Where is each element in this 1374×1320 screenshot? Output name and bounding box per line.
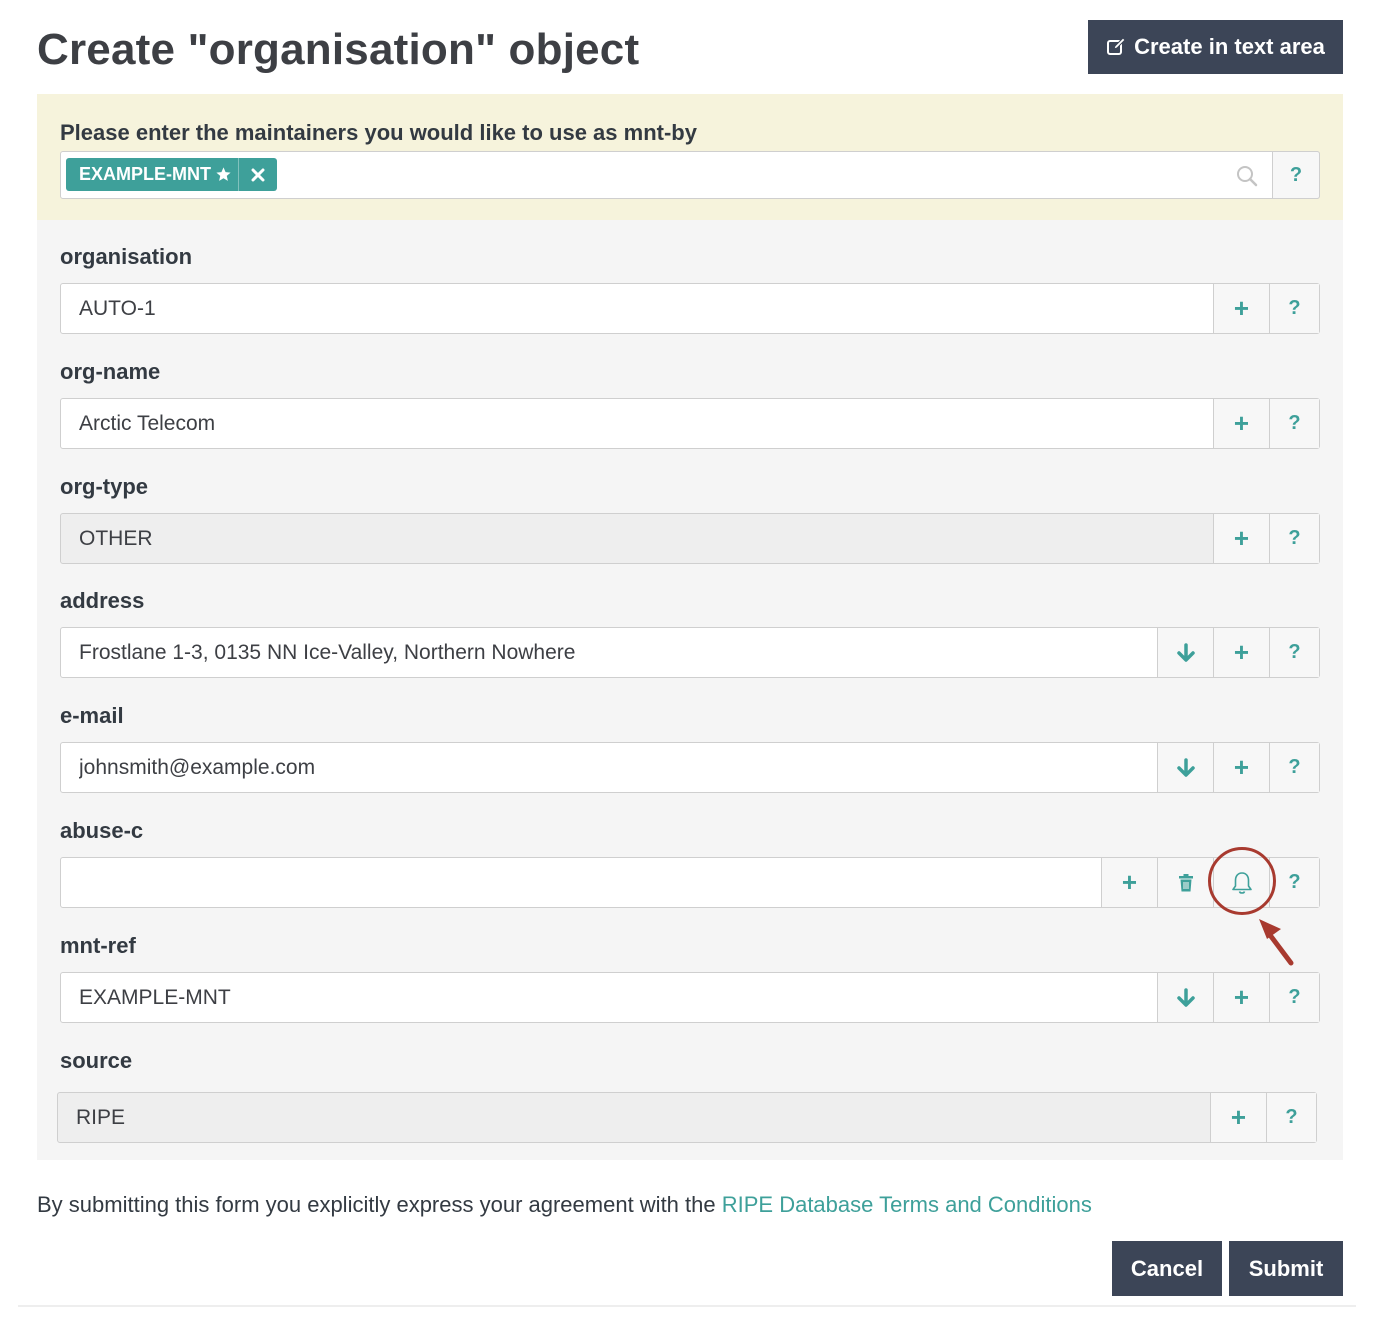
create-in-text-area-button[interactable]: Create in text area: [1088, 20, 1343, 74]
attributes-panel: organisation + ? org-name + ? org-type +…: [37, 220, 1343, 1160]
mnt-ref-input[interactable]: [61, 973, 1157, 1022]
add-field-button[interactable]: +: [1213, 628, 1269, 677]
e-mail-input[interactable]: [61, 743, 1157, 792]
annotation-arrow-icon: [1259, 919, 1294, 966]
mnt-by-input[interactable]: EXAMPLE-MNT ?: [60, 151, 1320, 199]
notification-button[interactable]: [1208, 847, 1276, 915]
move-down-button[interactable]: [1157, 743, 1213, 792]
delete-field-button[interactable]: [1157, 858, 1213, 907]
address-input[interactable]: [61, 628, 1157, 677]
field-label-e-mail: e-mail: [60, 703, 124, 728]
org-name-input[interactable]: [61, 399, 1213, 448]
help-button[interactable]: ?: [1269, 514, 1319, 563]
cancel-button[interactable]: Cancel: [1112, 1241, 1222, 1296]
submit-button[interactable]: Submit: [1229, 1241, 1343, 1296]
help-button[interactable]: ?: [1269, 399, 1319, 448]
org-type-input[interactable]: [61, 514, 1213, 563]
field-label-mnt-ref: mnt-ref: [60, 933, 136, 958]
field-label-address: address: [60, 588, 145, 613]
create-in-text-area-label: Create in text area: [1134, 34, 1325, 59]
field-row-abuse-c: + ?: [60, 847, 1320, 915]
terms-prefix: By submitting this form you explicitly e…: [37, 1192, 722, 1217]
page-title: Create "organisation" object: [37, 25, 640, 74]
mnt-by-label: Please enter the maintainers you would l…: [60, 120, 697, 145]
divider: [18, 1305, 1356, 1307]
field-label-org-name: org-name: [60, 359, 161, 384]
arrow-down-icon: [1176, 987, 1195, 1007]
help-button[interactable]: ?: [1266, 1093, 1316, 1142]
field-row-mnt-ref: + ?: [60, 972, 1320, 1023]
field-label-org-type: org-type: [60, 474, 148, 499]
arrow-down-icon: [1176, 757, 1195, 777]
add-field-button[interactable]: +: [1213, 743, 1269, 792]
mnt-by-help-button[interactable]: ?: [1272, 151, 1320, 199]
star-icon: [216, 167, 231, 181]
field-row-organisation: + ?: [60, 283, 1320, 334]
field-row-org-type: + ?: [60, 513, 1320, 564]
close-icon: [251, 168, 265, 181]
add-field-button[interactable]: +: [1213, 399, 1269, 448]
add-field-button[interactable]: +: [1210, 1093, 1266, 1142]
help-button[interactable]: ?: [1269, 743, 1319, 792]
help-button[interactable]: ?: [1269, 628, 1319, 677]
help-button[interactable]: ?: [1269, 858, 1319, 907]
field-row-org-name: + ?: [60, 398, 1320, 449]
field-label-organisation: organisation: [60, 244, 193, 269]
add-field-button[interactable]: +: [1213, 514, 1269, 563]
trash-icon: [1178, 873, 1193, 891]
field-label-abuse-c: abuse-c: [60, 818, 144, 843]
add-field-button[interactable]: +: [1213, 284, 1269, 333]
abuse-c-input[interactable]: [61, 858, 1101, 907]
maintainer-tag-label: EXAMPLE-MNT: [79, 164, 211, 184]
edit-icon: [1107, 37, 1126, 55]
move-down-button[interactable]: [1157, 973, 1213, 1022]
field-row-address: + ?: [60, 627, 1320, 678]
field-label-source: source: [60, 1048, 133, 1073]
search-icon: [1237, 166, 1258, 187]
move-down-button[interactable]: [1157, 628, 1213, 677]
terms-statement: By submitting this form you explicitly e…: [37, 1192, 1092, 1218]
organisation-input[interactable]: [61, 284, 1213, 333]
maintainer-tag: EXAMPLE-MNT: [66, 158, 277, 191]
add-field-button[interactable]: +: [1213, 973, 1269, 1022]
field-row-e-mail: + ?: [60, 742, 1320, 793]
remove-tag-button[interactable]: [239, 158, 277, 191]
help-button[interactable]: ?: [1269, 973, 1319, 1022]
source-input[interactable]: [58, 1093, 1210, 1142]
mnt-by-panel: Please enter the maintainers you would l…: [37, 94, 1343, 220]
terms-link[interactable]: RIPE Database Terms and Conditions: [722, 1192, 1092, 1217]
add-field-button[interactable]: +: [1101, 858, 1157, 907]
arrow-down-icon: [1176, 642, 1195, 662]
help-button[interactable]: ?: [1269, 284, 1319, 333]
field-row-source: + ?: [57, 1092, 1317, 1143]
highlight-circle: [1208, 847, 1276, 915]
